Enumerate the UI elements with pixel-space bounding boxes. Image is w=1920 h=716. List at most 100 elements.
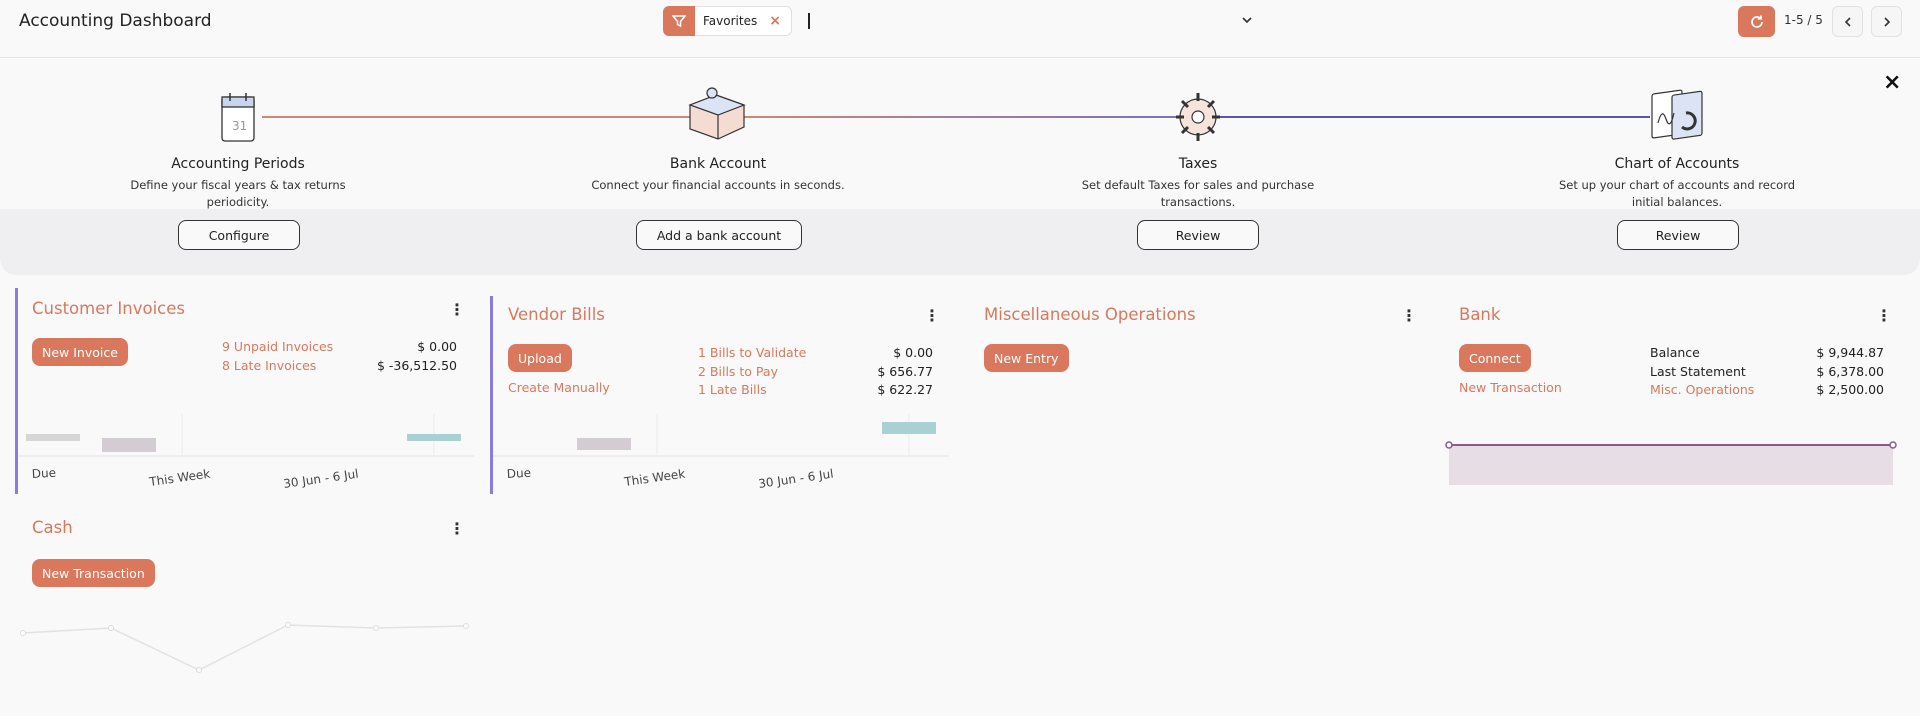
chevron-down-icon [1242,17,1252,24]
calendar-icon: 31 [221,93,255,142]
bills-to-validate-amount: $ 0.00 [893,345,933,360]
bills-to-validate-link[interactable]: 1 Bills to Validate [698,345,806,360]
step-description: Connect your financial accounts in secon… [591,178,845,192]
journal-card-misc-operations: Miscellaneous Operations ⋮ New Entry [950,288,1425,494]
step-description: Set default Taxes for sales and purchase… [1081,178,1315,209]
reload-button[interactable] [1738,6,1775,37]
add-bank-account-button[interactable]: Add a bank account [636,220,802,250]
journal-card-bank: Bank ⋮ Connect New Transaction Balance $… [1425,288,1920,494]
facet-remove-icon[interactable]: × [769,13,781,29]
balance-amount: $ 9,944.87 [1816,345,1884,360]
graph-point [285,622,291,628]
kebab-menu-icon[interactable]: ⋮ [1401,306,1417,325]
graph-x-label: 30 Jun - 6 Jul [757,467,834,491]
progress-connector [262,116,694,118]
late-bills-link[interactable]: 1 Late Bills [698,382,767,397]
new-invoice-button[interactable]: New Invoice [32,338,128,366]
graph-x-label: 30 Jun - 6 Jul [282,467,359,491]
svg-text:31: 31 [232,119,247,133]
bank-puzzle-icon [688,87,746,140]
chart-of-accounts-icon [1651,89,1703,140]
onboarding-panel: × 31 Accounting Periods Define your fisc… [0,59,1920,275]
graph-x-label: This Week [147,467,211,490]
journal-title[interactable]: Vendor Bills [508,305,605,324]
step-description: Set up your chart of accounts and record… [1558,178,1796,209]
progress-connector [744,116,1176,118]
graph-bar [882,422,936,434]
graph-x-label: Due [31,466,56,481]
step-chart-of-accounts: Chart of Accounts Set up your chart of a… [1547,156,1807,211]
new-entry-button[interactable]: New Entry [984,344,1069,372]
search-input[interactable] [808,13,810,29]
graph-point [463,623,469,629]
graph-point [1889,441,1897,449]
journal-card-cash: Cash ⋮ New Transaction [0,506,475,696]
new-transaction-link[interactable]: New Transaction [1459,380,1562,395]
graph-bar [102,438,156,452]
gear-icon [1176,93,1220,141]
graph-bar [26,434,80,441]
control-panel: Accounting Dashboard Favorites × 1-5 / 5 [0,0,1920,58]
facet-label: Favorites [703,14,758,28]
kebab-menu-icon[interactable]: ⋮ [1876,306,1892,325]
balance-label: Balance [1650,345,1700,360]
step-bank-account: Bank Account Connect your financial acco… [588,156,848,194]
graph-area [1449,445,1893,485]
journal-title[interactable]: Bank [1459,305,1500,324]
step-title: Taxes [1178,156,1218,172]
connect-button[interactable]: Connect [1459,344,1531,372]
cash-graph [20,622,469,673]
misc-operations-link[interactable]: Misc. Operations [1650,382,1754,397]
late-bills-amount: $ 622.27 [877,382,933,397]
journal-title[interactable]: Cash [32,518,73,537]
last-statement-amount: $ 6,378.00 [1816,364,1884,379]
kebab-menu-icon[interactable]: ⋮ [449,300,465,319]
graph-point [1445,441,1453,449]
progress-connector [1220,116,1650,118]
journal-title[interactable]: Miscellaneous Operations [984,305,1196,324]
chevron-left-icon [1844,16,1851,27]
graph-point [108,625,114,631]
graph-point [196,667,202,673]
review-taxes-button[interactable]: Review [1137,220,1259,250]
pager-previous-button[interactable] [1832,6,1863,37]
graph-x-label: Due [506,466,531,481]
unpaid-invoices-amount: $ 0.00 [417,339,457,354]
new-transaction-button[interactable]: New Transaction [32,559,155,587]
bank-balance-graph [1445,441,1897,485]
graph-bar [577,438,631,450]
review-chart-of-accounts-button[interactable]: Review [1617,220,1739,250]
pager-next-button[interactable] [1871,6,1902,37]
upload-button[interactable]: Upload [508,344,572,372]
search-facet-favorites[interactable]: Favorites × [695,6,792,36]
late-invoices-amount: $ -36,512.50 [376,358,457,373]
step-taxes: Taxes Set default Taxes for sales and pu… [1068,156,1328,211]
search-options-toggle[interactable] [1240,12,1254,31]
unpaid-invoices-link[interactable]: 9 Unpaid Invoices [222,339,333,354]
close-onboarding-icon[interactable]: × [1883,70,1901,95]
configure-button[interactable]: Configure [178,220,300,250]
late-invoices-link[interactable]: 8 Late Invoices [222,358,316,373]
misc-operations-amount: $ 2,500.00 [1816,382,1884,397]
step-title: Accounting Periods [171,156,305,172]
last-statement-label: Last Statement [1650,364,1746,379]
graph-point [20,630,26,636]
create-manually-link[interactable]: Create Manually [508,380,610,395]
step-description: Define your fiscal years & tax returns p… [130,178,346,209]
journal-card-customer-invoices: Customer Invoices ⋮ New Invoice 9 Unpaid… [0,288,475,494]
step-title: Bank Account [669,156,767,172]
page-title: Accounting Dashboard [19,11,212,31]
kebab-menu-icon[interactable]: ⋮ [924,306,940,325]
graph-x-label: This Week [622,467,686,490]
bills-to-pay-link[interactable]: 2 Bills to Pay [698,364,778,379]
pager-value[interactable]: 1-5 / 5 [1784,13,1823,27]
step-title: Chart of Accounts [1614,156,1740,172]
kebab-menu-icon[interactable]: ⋮ [449,519,465,538]
chevron-right-icon [1883,16,1890,27]
bills-to-pay-amount: $ 656.77 [877,364,933,379]
graph-bar [407,434,461,441]
filter-toggle-button[interactable] [663,6,695,36]
search-bar[interactable]: Favorites × [663,6,1253,36]
journal-title[interactable]: Customer Invoices [32,299,185,318]
bills-graph: Due This Week 30 Jun - 6 Jul [493,414,949,491]
